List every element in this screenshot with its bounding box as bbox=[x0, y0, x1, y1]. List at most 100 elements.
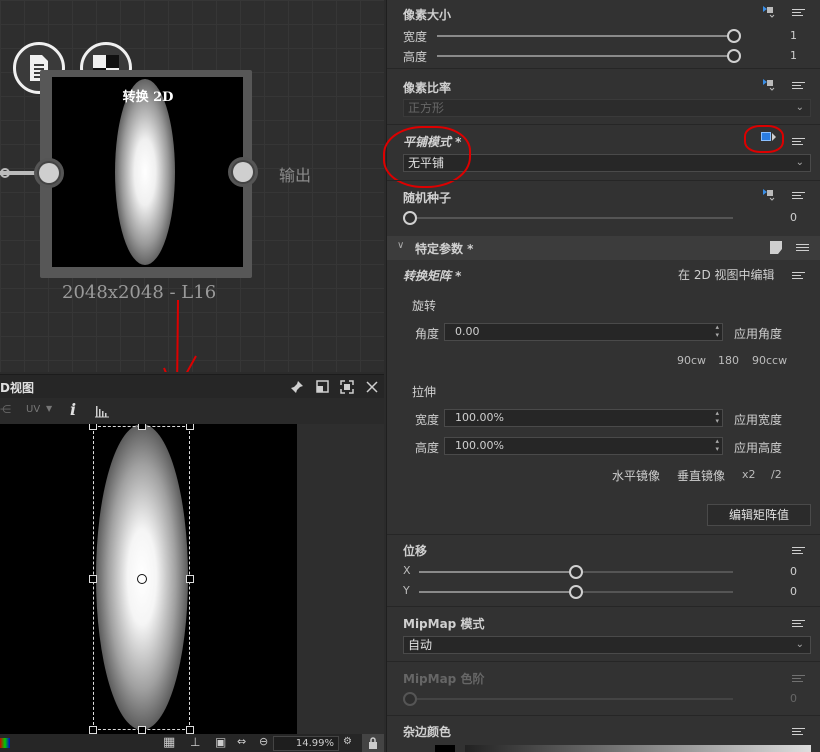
offset-x-label: X bbox=[403, 564, 411, 577]
offset-x-slider-track[interactable] bbox=[576, 571, 733, 573]
height-slider-track[interactable] bbox=[437, 55, 733, 57]
info-icon[interactable]: i bbox=[70, 400, 76, 419]
spin-arrows-icon[interactable]: ▴ ▾ bbox=[715, 409, 719, 425]
histogram-icon[interactable] bbox=[94, 402, 110, 418]
param-menu-icon[interactable] bbox=[792, 618, 805, 629]
param-menu-icon[interactable] bbox=[792, 726, 805, 737]
stretch-width-label: 宽度 bbox=[415, 413, 440, 427]
lock-icon bbox=[369, 737, 377, 749]
param-menu-icon[interactable] bbox=[792, 7, 805, 18]
mipmap-mode-dropdown[interactable]: 自动 ⌄ bbox=[403, 636, 811, 654]
param-menu-icon[interactable] bbox=[792, 136, 805, 147]
chevron-down-icon: ⌄ bbox=[795, 157, 804, 168]
mipmap-level-slider-track[interactable] bbox=[407, 698, 733, 700]
settings-icon[interactable]: ⚙ bbox=[343, 736, 352, 747]
gizmo-handle[interactable] bbox=[138, 726, 146, 734]
pivot-icon[interactable]: ⊥ bbox=[190, 735, 200, 749]
node-thumbnail bbox=[52, 77, 243, 267]
param-menu-icon[interactable] bbox=[792, 545, 805, 556]
matte-color-swatch[interactable] bbox=[435, 745, 455, 752]
apply-width-button[interactable]: 应用宽度 bbox=[734, 411, 782, 428]
offset-y-slider-track[interactable] bbox=[576, 591, 733, 593]
fit-icon[interactable]: ⇔ bbox=[237, 735, 246, 748]
gizmo-handle[interactable] bbox=[89, 424, 97, 430]
zoom-icon[interactable]: ⊖ bbox=[259, 735, 268, 748]
seed-slider-thumb[interactable] bbox=[403, 211, 417, 225]
frame-icon[interactable]: ▣ bbox=[215, 735, 226, 749]
rotate-180-button[interactable]: 180 bbox=[718, 354, 739, 367]
share-icon[interactable]: ⋲ bbox=[0, 403, 11, 416]
gizmo-handle[interactable] bbox=[89, 575, 97, 583]
spin-arrows-icon[interactable]: ▴ ▾ bbox=[715, 323, 719, 339]
seed-value[interactable]: 0 bbox=[777, 211, 797, 224]
input-port[interactable] bbox=[34, 158, 64, 188]
uv-dropdown[interactable]: UV bbox=[26, 404, 40, 415]
preset-icon[interactable] bbox=[770, 241, 782, 254]
gizmo-handle[interactable] bbox=[186, 575, 194, 583]
apply-angle-button[interactable]: 应用角度 bbox=[734, 325, 782, 342]
angle-input[interactable]: 0.00 ▴ ▾ bbox=[444, 323, 723, 341]
edit-in-2d-link[interactable]: 在 2D 视图中编辑 bbox=[678, 266, 775, 283]
mipmap-level-value: 0 bbox=[790, 692, 797, 705]
param-menu-icon[interactable] bbox=[792, 673, 805, 684]
height-slider-thumb[interactable] bbox=[727, 49, 741, 63]
height-value[interactable]: 1 bbox=[777, 49, 797, 62]
matte-color-title: 杂边颜色 bbox=[403, 725, 452, 739]
param-menu-icon[interactable] bbox=[792, 80, 805, 91]
output-port[interactable] bbox=[228, 157, 258, 187]
horizontal-mirror-button[interactable]: 水平镜像 bbox=[612, 467, 660, 484]
param-menu-icon[interactable] bbox=[792, 270, 805, 281]
offset-x-value[interactable]: 0 bbox=[777, 565, 797, 578]
param-menu-icon[interactable] bbox=[792, 190, 805, 201]
scale-div2-button[interactable]: /2 bbox=[771, 468, 782, 481]
seed-slider-track[interactable] bbox=[407, 217, 733, 219]
expose-param-icon[interactable] bbox=[760, 187, 778, 201]
matte-color-gradient[interactable] bbox=[465, 745, 811, 752]
maximize-icon[interactable] bbox=[340, 380, 354, 394]
apply-height-button[interactable]: 应用高度 bbox=[734, 439, 782, 456]
scale-x2-button[interactable]: x2 bbox=[742, 468, 756, 481]
mipmap-mode-title: MipMap 模式 bbox=[403, 617, 485, 631]
color-swatch-icon[interactable] bbox=[0, 738, 10, 748]
param-menu-icon[interactable] bbox=[796, 242, 809, 253]
offset-y-slider-thumb[interactable] bbox=[569, 585, 583, 599]
gizmo-handle[interactable] bbox=[186, 726, 194, 734]
width-value[interactable]: 1 bbox=[777, 29, 797, 42]
graph-canvas[interactable]: 转换 2D 输出 2048x2048 - L16 bbox=[0, 0, 384, 372]
stretch-height-input[interactable]: 100.00% ▴ ▾ bbox=[444, 437, 723, 455]
specific-params-header[interactable]: ∨ 特定参数 * bbox=[387, 236, 820, 260]
lock-button[interactable] bbox=[362, 734, 384, 752]
zoom-input[interactable]: 14.99% bbox=[273, 736, 339, 751]
random-seed-title: 随机种子 bbox=[403, 191, 452, 205]
offset-x-slider-fill[interactable] bbox=[419, 571, 576, 573]
stretch-width-input[interactable]: 100.00% ▴ ▾ bbox=[444, 409, 723, 427]
restore-icon[interactable] bbox=[316, 380, 329, 393]
edit-matrix-button[interactable]: 编辑矩阵值 bbox=[707, 504, 811, 526]
expose-param-icon[interactable] bbox=[760, 4, 778, 18]
annotation-arrow bbox=[163, 299, 197, 372]
divider bbox=[387, 661, 820, 662]
grid-icon[interactable]: ▦ bbox=[163, 735, 175, 750]
gizmo-handle[interactable] bbox=[138, 424, 146, 430]
expose-param-icon[interactable] bbox=[760, 77, 778, 91]
width-slider-track[interactable] bbox=[437, 35, 733, 37]
rotate-90ccw-button[interactable]: 90ccw bbox=[752, 354, 787, 367]
angle-label: 角度 bbox=[415, 327, 440, 341]
rotate-90cw-button[interactable]: 90cw bbox=[677, 354, 706, 367]
pixel-ratio-dropdown[interactable]: 正方形 ⌄ bbox=[403, 99, 811, 117]
close-icon[interactable] bbox=[366, 381, 378, 393]
gizmo-center[interactable] bbox=[137, 574, 147, 584]
offset-y-slider-fill[interactable] bbox=[419, 591, 576, 593]
offset-x-slider-thumb[interactable] bbox=[569, 565, 583, 579]
spin-arrows-icon[interactable]: ▴ ▾ bbox=[715, 437, 719, 453]
vertical-mirror-button[interactable]: 垂直镜像 bbox=[677, 467, 725, 484]
gizmo-handle[interactable] bbox=[186, 424, 194, 430]
annotation-circle bbox=[744, 125, 784, 153]
gizmo-handle[interactable] bbox=[89, 726, 97, 734]
offset-y-value[interactable]: 0 bbox=[777, 585, 797, 598]
width-slider-thumb[interactable] bbox=[727, 29, 741, 43]
chevron-down-icon: ▼ bbox=[46, 404, 53, 413]
view2d-canvas[interactable] bbox=[0, 424, 384, 734]
pin-icon[interactable] bbox=[290, 380, 304, 394]
mipmap-level-slider-thumb[interactable] bbox=[403, 692, 417, 706]
